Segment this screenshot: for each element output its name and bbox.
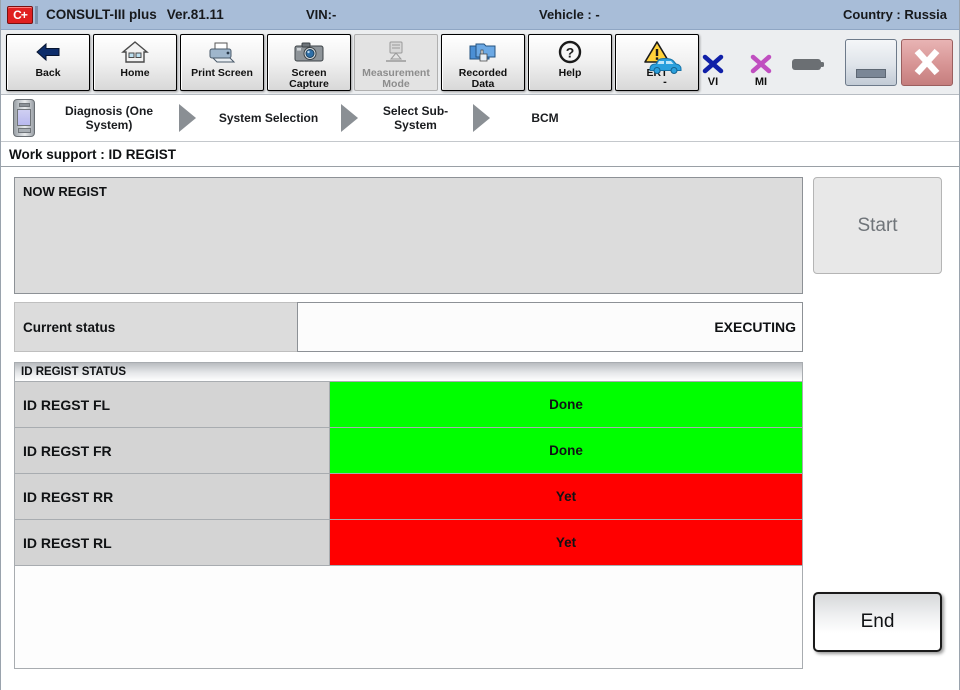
screen-capture-button-label: Screen Capture (289, 67, 329, 90)
vin-label: VIN:- (306, 7, 337, 22)
breadcrumb-sub-system-line2: System (394, 118, 437, 132)
consult-iii-plus-window: C+ CONSULT-III plus Ver.81.11 VIN:- Vehi… (0, 0, 960, 690)
current-status-label: Current status (14, 302, 297, 352)
breadcrumb-system-selection-label: System Selection (218, 111, 319, 125)
breadcrumb: Diagnosis (One System) System Selection … (1, 95, 959, 142)
vi-device-speaker (18, 103, 30, 107)
back-button-label: Back (35, 66, 61, 79)
app-title: CONSULT-III plus (46, 7, 157, 22)
help-button[interactable]: ? Help (528, 33, 612, 91)
recorded-data-label-line2: Data (471, 77, 495, 90)
breadcrumb-diagnosis-line2: System) (85, 118, 133, 132)
printer-icon (206, 39, 238, 66)
battery-icon (792, 59, 824, 70)
breadcrumb-arrow-1-icon (179, 104, 196, 132)
country-label: Country : Russia (842, 7, 947, 22)
battery-status (785, 37, 833, 89)
vehicle-label: Vehicle : - (539, 7, 600, 22)
vehicle-status: - (641, 37, 689, 89)
consult-logo-icon: C+ (7, 5, 33, 24)
back-arrow-icon (35, 39, 61, 66)
vi-status-label: VI (707, 76, 719, 88)
row-label: ID REGST RL (15, 520, 330, 565)
help-question-icon: ? (557, 39, 583, 66)
row-label: ID REGST FR (15, 428, 330, 473)
mi-status-label: MI (754, 76, 768, 88)
print-screen-button-label: Print Screen (191, 66, 253, 79)
recorded-data-button-label: Recorded Data (459, 67, 507, 90)
row-value: Yet (330, 474, 802, 519)
connection-status-group: - VI MI (637, 35, 841, 89)
start-button[interactable]: Start (813, 177, 942, 274)
message-text: NOW REGIST (23, 184, 107, 199)
row-value: Done (330, 382, 802, 427)
minimize-icon (856, 68, 886, 78)
end-button[interactable]: End (813, 592, 942, 652)
breadcrumb-bcm-label: BCM (531, 111, 559, 125)
current-status-value: EXECUTING (297, 302, 803, 352)
vehicle-status-label: - (663, 76, 667, 88)
camera-icon (293, 39, 325, 66)
main-content: NOW REGIST Start Current status EXECUTIN… (1, 167, 959, 679)
current-status-row: Current status EXECUTING (14, 302, 803, 352)
table-row[interactable]: ID REGST RL Yet (14, 520, 803, 566)
logo-divider (35, 5, 38, 24)
home-icon (121, 39, 149, 66)
table-row[interactable]: ID REGST RR Yet (14, 474, 803, 520)
table-row[interactable]: ID REGST FL Done (14, 382, 803, 428)
app-version: Ver.81.11 (166, 7, 224, 22)
blue-x-icon (702, 54, 724, 74)
folders-icon (467, 39, 499, 66)
breadcrumb-item-diagnosis[interactable]: Diagnosis (One System) (49, 104, 169, 132)
table-bottom-panel (14, 565, 803, 669)
mi-status: MI (737, 37, 785, 89)
vi-device-keypad (17, 128, 31, 133)
measurement-mode-button[interactable]: Measurement Mode (354, 33, 438, 91)
help-button-label: Help (558, 66, 582, 79)
vi-status: VI (689, 37, 737, 89)
breadcrumb-diagnosis-line1: Diagnosis (One (64, 104, 153, 118)
breadcrumb-item-system-selection[interactable]: System Selection (206, 111, 331, 125)
breadcrumb-item-bcm[interactable]: BCM (500, 111, 590, 125)
row-label: ID REGST FL (15, 382, 330, 427)
breadcrumb-arrow-3-icon (473, 104, 490, 132)
measurement-mode-button-label: Measurement Mode (362, 67, 430, 90)
breadcrumb-sub-system-line1: Select Sub- (382, 104, 449, 118)
screen-capture-button[interactable]: Screen Capture (267, 33, 351, 91)
breadcrumb-item-select-sub-system[interactable]: Select Sub- System (368, 104, 463, 132)
message-panel: NOW REGIST (14, 177, 803, 294)
back-button[interactable]: Back (6, 33, 90, 91)
vi-device-icon (13, 99, 35, 137)
purple-x-icon (750, 54, 772, 74)
main-toolbar: Back Home Print Screen Screen Capture Me… (1, 30, 959, 95)
screen-capture-label-line2: Capture (289, 77, 329, 90)
breadcrumb-arrow-2-icon (341, 104, 358, 132)
toolbar-right-group: - VI MI (637, 33, 953, 91)
home-button[interactable]: Home (93, 33, 177, 91)
close-button[interactable] (901, 38, 953, 86)
row-value: Yet (330, 520, 802, 565)
id-regist-status-table: ID REGIST STATUS ID REGST FL Done ID REG… (14, 362, 803, 566)
measurement-icon (382, 39, 410, 66)
vi-device-screen (17, 109, 31, 126)
table-row[interactable]: ID REGST FR Done (14, 428, 803, 474)
svg-text:?: ? (566, 45, 575, 61)
measurement-label-line2: Mode (382, 77, 410, 90)
row-label: ID REGST RR (15, 474, 330, 519)
minimize-button[interactable] (845, 38, 897, 86)
table-header: ID REGIST STATUS (14, 362, 803, 382)
page-title: Work support : ID REGIST (1, 142, 959, 167)
car-icon (649, 57, 682, 74)
row-value: Done (330, 428, 802, 473)
print-screen-button[interactable]: Print Screen (180, 33, 264, 91)
close-icon (914, 48, 940, 76)
home-button-label: Home (120, 66, 150, 79)
title-bar: C+ CONSULT-III plus Ver.81.11 VIN:- Vehi… (1, 0, 959, 30)
recorded-data-button[interactable]: Recorded Data (441, 33, 525, 91)
